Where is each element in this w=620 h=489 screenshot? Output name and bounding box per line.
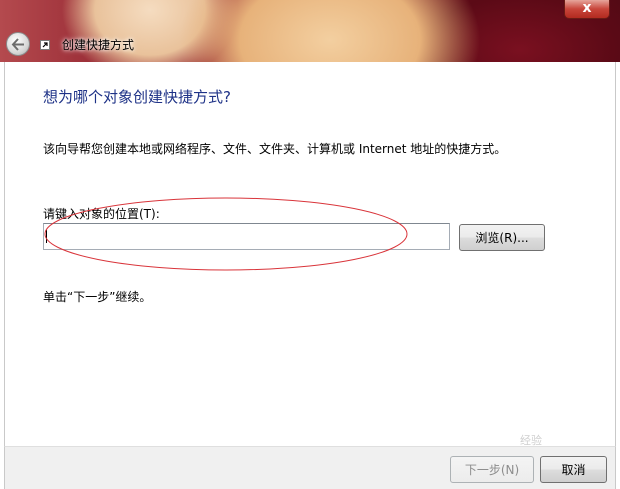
- continue-hint: 单击“下一步”继续。: [43, 290, 152, 304]
- wizard-content: [4, 62, 616, 446]
- cancel-button[interactable]: 取消: [540, 456, 607, 483]
- browse-button[interactable]: 浏览(R)...: [459, 224, 545, 251]
- location-input[interactable]: [43, 223, 450, 250]
- page-description: 该向导帮您创建本地或网络程序、文件、文件夹、计算机或 Internet 地址的快…: [43, 142, 507, 156]
- next-button[interactable]: 下一步(N): [450, 456, 534, 483]
- back-button[interactable]: [6, 32, 30, 56]
- location-label: 请键入对象的位置(T):: [43, 207, 160, 221]
- page-heading: 想为哪个对象创建快捷方式?: [43, 88, 231, 106]
- text-caret: [46, 230, 47, 243]
- close-button[interactable]: x: [564, 0, 610, 19]
- window-title: 创建快捷方式: [62, 38, 135, 52]
- watermark: 经验: [520, 434, 542, 447]
- shortcut-icon: [40, 40, 50, 50]
- back-arrow-icon: [11, 38, 24, 51]
